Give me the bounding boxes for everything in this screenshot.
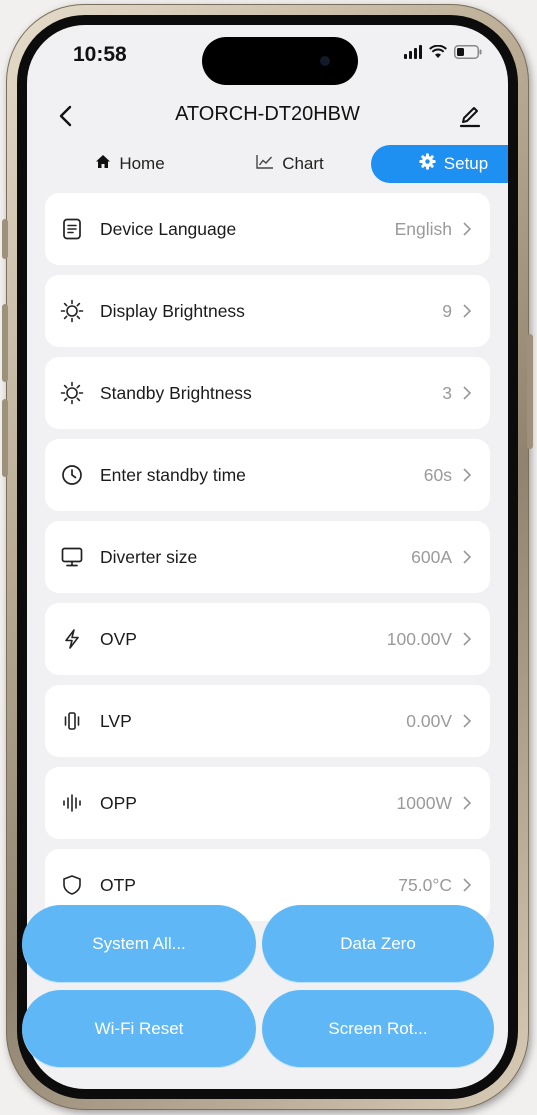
status-icons bbox=[404, 45, 482, 59]
vibration-icon bbox=[59, 708, 85, 734]
chevron-right-icon bbox=[462, 221, 472, 237]
navigation-bar: ATORCH-DT20HBW bbox=[27, 93, 508, 139]
setting-ovp[interactable]: OVP 100.00V bbox=[45, 603, 490, 675]
tab-bar: Home Chart Setup bbox=[45, 145, 508, 185]
tab-chart-label: Chart bbox=[282, 154, 324, 173]
waveform-icon bbox=[59, 790, 85, 816]
setting-label: LVP bbox=[100, 710, 132, 731]
tab-setup[interactable]: Setup bbox=[371, 145, 508, 183]
wifi-reset-button[interactable]: Wi-Fi Reset bbox=[22, 990, 256, 1068]
setting-value: 3 bbox=[442, 382, 452, 403]
setting-label: Device Language bbox=[100, 218, 237, 239]
tab-home[interactable]: Home bbox=[55, 145, 205, 183]
battery-icon bbox=[454, 45, 482, 59]
setting-enter-standby-time[interactable]: Enter standby time 60s bbox=[45, 439, 490, 511]
setting-label: Enter standby time bbox=[100, 464, 246, 485]
setting-value: English bbox=[394, 218, 452, 239]
setting-value: 1000W bbox=[396, 792, 452, 813]
system-all-button[interactable]: System All... bbox=[22, 905, 256, 983]
setting-value: 0.00V bbox=[406, 710, 452, 731]
lightning-icon bbox=[59, 626, 85, 652]
chevron-right-icon bbox=[462, 385, 472, 401]
setting-value: 75.0°C bbox=[398, 874, 452, 895]
setting-label: OTP bbox=[100, 874, 136, 895]
dynamic-island bbox=[202, 37, 358, 85]
setting-label: OVP bbox=[100, 628, 137, 649]
setting-device-language[interactable]: Device Language English bbox=[45, 193, 490, 265]
setting-value: 60s bbox=[423, 464, 452, 485]
setting-label: Display Brightness bbox=[100, 300, 245, 321]
cellular-signal-icon bbox=[404, 45, 422, 59]
chevron-right-icon bbox=[462, 631, 472, 647]
setting-label: Diverter size bbox=[100, 546, 198, 567]
home-icon bbox=[95, 154, 111, 174]
setting-diverter-size[interactable]: Diverter size 600A bbox=[45, 521, 490, 593]
chart-line-icon bbox=[256, 154, 274, 174]
setting-display-brightness[interactable]: Display Brightness 9 bbox=[45, 275, 490, 347]
front-camera bbox=[320, 56, 330, 66]
setting-standby-brightness[interactable]: Standby Brightness 3 bbox=[45, 357, 490, 429]
volume-down-button bbox=[2, 399, 8, 477]
chevron-right-icon bbox=[462, 467, 472, 483]
volume-up-button bbox=[2, 304, 8, 382]
chevron-right-icon bbox=[462, 549, 472, 565]
screen-rotation-button[interactable]: Screen Rot... bbox=[262, 990, 494, 1068]
chevron-right-icon bbox=[462, 795, 472, 811]
setting-value: 9 bbox=[442, 300, 452, 321]
action-button bbox=[2, 219, 8, 259]
setting-label: OPP bbox=[100, 792, 137, 813]
clock-icon bbox=[59, 462, 85, 488]
settings-list: Device Language English Display Brightne… bbox=[45, 193, 490, 931]
document-icon bbox=[59, 216, 85, 242]
setting-lvp[interactable]: LVP 0.00V bbox=[45, 685, 490, 757]
edit-pencil-icon[interactable] bbox=[456, 101, 484, 131]
sun-icon bbox=[59, 380, 85, 406]
setting-value: 600A bbox=[411, 546, 452, 567]
setting-value: 100.00V bbox=[386, 628, 452, 649]
sun-icon bbox=[59, 298, 85, 324]
tab-home-label: Home bbox=[119, 154, 165, 173]
device-title: ATORCH-DT20HBW bbox=[175, 103, 360, 125]
setting-opp[interactable]: OPP 1000W bbox=[45, 767, 490, 839]
chevron-right-icon bbox=[462, 713, 472, 729]
monitor-icon bbox=[59, 544, 85, 570]
data-zero-button[interactable]: Data Zero bbox=[262, 905, 494, 983]
status-time: 10:58 bbox=[73, 43, 127, 66]
power-button bbox=[527, 334, 533, 449]
setting-label: Standby Brightness bbox=[100, 382, 252, 403]
chevron-right-icon bbox=[462, 303, 472, 319]
shield-icon bbox=[59, 872, 85, 898]
tab-setup-label: Setup bbox=[443, 154, 489, 173]
gear-icon bbox=[419, 153, 436, 175]
chevron-right-icon bbox=[462, 877, 472, 893]
wifi-icon bbox=[429, 45, 447, 59]
tab-chart[interactable]: Chart bbox=[215, 145, 365, 183]
